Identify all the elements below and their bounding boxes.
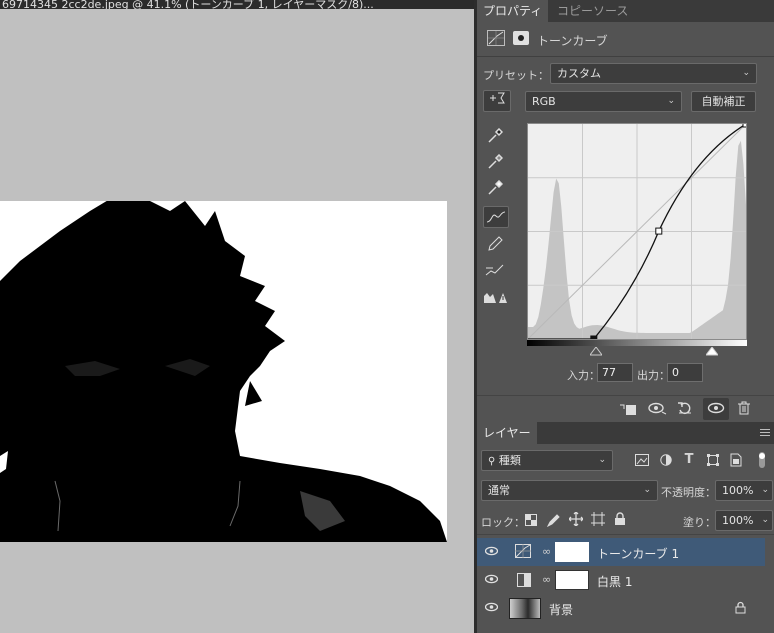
curves-adjustment-icon [487,30,505,46]
lock-position-icon[interactable] [568,511,584,529]
on-image-adjust-icon[interactable] [483,90,511,112]
black-white-adjustment-icon [517,573,531,590]
layers-panel-tabs: レイヤー [477,422,774,444]
background-thumbnail[interactable] [509,598,541,619]
layer-name: トーンカーブ 1 [597,547,680,561]
right-panels: プロパティ コピーソース トーンカーブ プリセット： カスタム ⌄ RGB ⌄ … [477,0,774,633]
output-label: 出力： [637,369,670,382]
opacity-label: 不透明度： [661,486,716,499]
input-label: 入力： [567,369,600,382]
chain-link-icon[interactable]: ∞ [542,545,551,558]
filter-type-icon[interactable]: T [682,453,696,466]
document-title: 69714345 2cc2de.jpeg @ 41.1% (トーンカーブ 1, … [2,0,374,9]
chevron-down-icon: ⌄ [598,455,606,465]
filter-toggle-icon[interactable] [755,452,769,471]
lock-all-icon[interactable] [614,512,626,529]
lock-artboard-icon[interactable] [591,512,605,529]
chevron-down-icon: ⌄ [761,515,769,525]
chain-link-icon[interactable]: ∞ [542,573,551,586]
pencil-icon[interactable] [485,236,505,254]
reset-icon[interactable] [677,401,693,418]
properties-footer [477,395,774,421]
chevron-down-icon: ⌄ [667,96,675,106]
curves-svg[interactable] [527,120,750,343]
layer-row-black-white[interactable]: ∞ 白黒 1 [477,566,765,594]
visibility-icon[interactable] [703,398,729,420]
layers-list: ∞ トーンカーブ 1 ∞ 白黒 1 背景 [477,534,774,633]
lock-label: ロック： [481,516,525,529]
curves-adjustment-icon [515,544,531,561]
adjustment-name: トーンカーブ [537,34,608,48]
trash-icon[interactable] [737,401,751,418]
fill-label: 塗り： [683,516,716,529]
layer-mask-thumbnail[interactable] [555,542,589,562]
blend-mode-value: 通常 [488,484,510,497]
layer-name: 白黒 1 [597,575,633,589]
fill-field[interactable]: 100% ⌄ [715,510,773,531]
white-point-slider[interactable] [705,346,719,357]
curve-control-point[interactable] [590,335,598,343]
chevron-down-icon: ⌄ [742,68,750,78]
properties-panel-tabs: プロパティ コピーソース [477,0,774,22]
channel-dropdown[interactable]: RGB ⌄ [525,91,682,112]
output-field[interactable]: 0 [667,363,703,382]
blend-mode-dropdown[interactable]: 通常 ⌄ [481,480,658,501]
visibility-eye-icon[interactable] [484,602,499,615]
eyedropper-white-icon[interactable] [485,179,505,198]
layer-mask-icon[interactable] [513,31,529,45]
eyedropper-gray-icon[interactable] [485,153,505,172]
document-tab[interactable]: 69714345 2cc2de.jpeg @ 41.1% (トーンカーブ 1, … [0,0,474,9]
preset-dropdown[interactable]: カスタム ⌄ [550,63,757,84]
filter-smart-object-icon[interactable] [729,453,743,470]
preset-label: プリセット： [483,69,549,82]
filter-shape-icon[interactable] [706,454,720,469]
opacity-value: 100% [722,484,754,497]
layer-row-tone-curve[interactable]: ∞ トーンカーブ 1 [477,538,765,566]
tab-properties[interactable]: プロパティ [477,0,549,22]
input-gradient-bar [527,340,747,346]
clip-to-layer-icon[interactable] [619,402,637,419]
canvas-image[interactable] [0,201,447,542]
tab-layers[interactable]: レイヤー [477,422,537,444]
layer-filter-dropdown[interactable]: ⚲ 種類 ⌄ [481,450,613,471]
silhouette-image [0,201,447,542]
divider [477,56,774,57]
clipping-warning-icon[interactable] [483,290,507,308]
black-point-slider[interactable] [589,346,603,357]
lock-transparent-pixels-icon[interactable] [525,514,537,529]
visibility-eye-icon[interactable] [484,574,499,587]
opacity-field[interactable]: 100% ⌄ [715,480,773,501]
smooth-icon[interactable] [485,262,505,280]
fill-value: 100% [722,514,754,527]
filter-value: 種類 [498,454,521,467]
curve-control-point[interactable] [742,120,750,128]
filter-pixel-icon[interactable] [635,454,649,469]
chevron-down-icon: ⌄ [761,485,769,495]
curve-points-icon[interactable] [483,206,509,228]
input-field[interactable]: 77 [597,363,633,382]
layer-mask-thumbnail[interactable] [555,570,589,590]
search-icon: ⚲ [488,456,496,467]
lock-icon[interactable] [735,601,746,617]
tab-clone-source[interactable]: コピーソース [551,0,634,22]
layer-row-background[interactable]: 背景 [477,594,765,622]
chevron-down-icon: ⌄ [643,485,651,495]
auto-button[interactable]: 自動補正 [691,91,756,112]
view-previous-icon[interactable] [647,401,667,418]
curves-graph[interactable] [527,120,750,343]
panel-menu-icon[interactable] [760,429,770,438]
eyedropper-black-icon[interactable] [485,127,505,146]
filter-adjustment-icon[interactable] [659,454,673,469]
visibility-eye-icon[interactable] [484,546,499,559]
preset-value: カスタム [557,67,601,80]
curve-control-point[interactable] [655,227,663,235]
layer-name: 背景 [549,603,574,617]
channel-value: RGB [532,95,556,108]
lock-image-pixels-icon[interactable] [546,513,561,530]
